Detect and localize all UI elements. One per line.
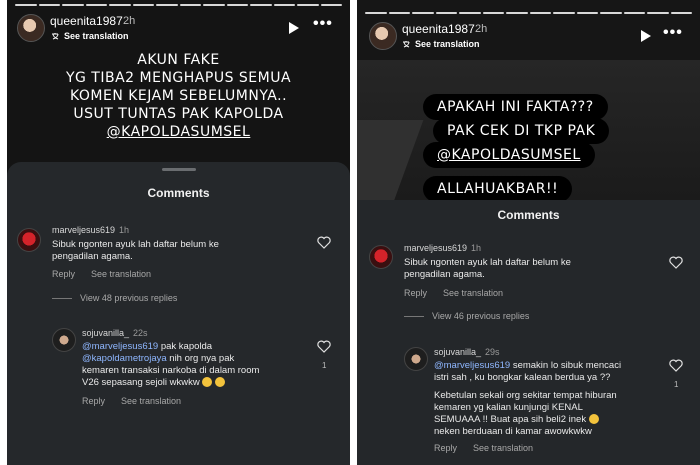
- divider: [52, 298, 72, 299]
- like-count: 1: [674, 380, 679, 389]
- caption-pill: ALLAHUAKBAR!!: [423, 176, 573, 202]
- comment-username[interactable]: marveljesus619 1h: [404, 243, 481, 253]
- translate-icon: [403, 41, 410, 48]
- comments-title: Comments: [497, 208, 560, 222]
- comment-avatar[interactable]: [369, 245, 393, 269]
- emoji-icon: [202, 377, 213, 388]
- more-icon[interactable]: •••: [313, 15, 333, 33]
- see-translation-link[interactable]: See translation: [91, 269, 151, 279]
- username[interactable]: queenita1987: [50, 14, 123, 28]
- like-count: 1: [322, 361, 327, 370]
- story-caption: AKUN FAKE YG TIBA2 MENGHAPUS SEMUA KOMEN…: [7, 51, 350, 141]
- heart-icon[interactable]: [317, 236, 331, 249]
- view-previous-replies[interactable]: View 48 previous replies: [80, 293, 177, 303]
- avatar[interactable]: [17, 14, 45, 42]
- comment-text: @marveljesus619 semakin lo sibuk mencaci…: [434, 360, 622, 437]
- comment-username[interactable]: sojuvanilla_ 22s: [82, 328, 148, 338]
- post-time: 2h: [475, 23, 488, 35]
- caption-pill: APAKAH INI FAKTA???: [423, 94, 608, 120]
- comment-username[interactable]: marveljesus619 1h: [52, 225, 129, 235]
- story-progress: [365, 12, 692, 14]
- comment-avatar[interactable]: [17, 228, 41, 252]
- see-translation-link[interactable]: See translation: [121, 396, 181, 406]
- caption-mention-link[interactable]: @KAPOLDASUMSEL: [423, 142, 595, 168]
- comment-text: Sibuk ngonten ayuk lah daftar belum ke p…: [52, 239, 219, 262]
- view-previous-replies[interactable]: View 46 previous replies: [432, 311, 529, 321]
- comment-avatar[interactable]: [52, 328, 76, 352]
- reply-button[interactable]: Reply: [52, 269, 75, 279]
- panel-grabber[interactable]: [162, 168, 196, 171]
- comments-panel: Comments marveljesus619 1h Sibuk ngonten …: [7, 162, 350, 465]
- mention-link[interactable]: @marveljesus619: [82, 341, 158, 352]
- comments-title: Comments: [147, 186, 210, 200]
- story-left: queenita1987 2h See translation ••• AKUN…: [7, 0, 350, 465]
- reply-button[interactable]: Reply: [82, 396, 105, 406]
- see-translation-link[interactable]: See translation: [415, 39, 480, 49]
- username[interactable]: queenita1987: [402, 22, 475, 36]
- comment-text: @marveljesus619 pak kapolda @kapoldametr…: [82, 341, 260, 388]
- avatar[interactable]: [369, 22, 397, 50]
- comment-avatar[interactable]: [404, 347, 428, 371]
- divider: [404, 316, 424, 317]
- emoji-icon: [215, 377, 226, 388]
- comments-panel: Comments marveljesus619 1h Sibuk ngonten …: [357, 200, 700, 465]
- comment-text: Sibuk ngonten ayuk lah daftar belum ke p…: [404, 257, 571, 280]
- heart-icon[interactable]: [669, 359, 683, 372]
- heart-icon[interactable]: [317, 340, 331, 353]
- play-icon[interactable]: [641, 30, 651, 42]
- story-right: queenita1987 2h See translation ••• APAK…: [357, 0, 700, 465]
- translate-icon: [52, 33, 59, 40]
- see-translation-link[interactable]: See translation: [473, 443, 533, 453]
- post-time: 2h: [123, 15, 136, 27]
- play-icon[interactable]: [289, 22, 299, 34]
- see-translation-link[interactable]: See translation: [443, 288, 503, 298]
- story-progress: [15, 4, 342, 6]
- caption-mention-link[interactable]: @KAPOLDASUMSEL: [7, 123, 350, 141]
- caption-pill: PAK CEK DI TKP PAK: [433, 118, 610, 144]
- emoji-icon: [588, 414, 599, 425]
- reply-button[interactable]: Reply: [404, 288, 427, 298]
- comment-username[interactable]: sojuvanilla_ 29s: [434, 347, 500, 357]
- heart-icon[interactable]: [669, 256, 683, 269]
- mention-link[interactable]: @marveljesus619: [434, 360, 510, 371]
- see-translation-link[interactable]: See translation: [64, 31, 129, 41]
- mention-link[interactable]: @kapoldametrojaya: [82, 353, 167, 364]
- more-icon[interactable]: •••: [663, 24, 683, 42]
- reply-button[interactable]: Reply: [434, 443, 457, 453]
